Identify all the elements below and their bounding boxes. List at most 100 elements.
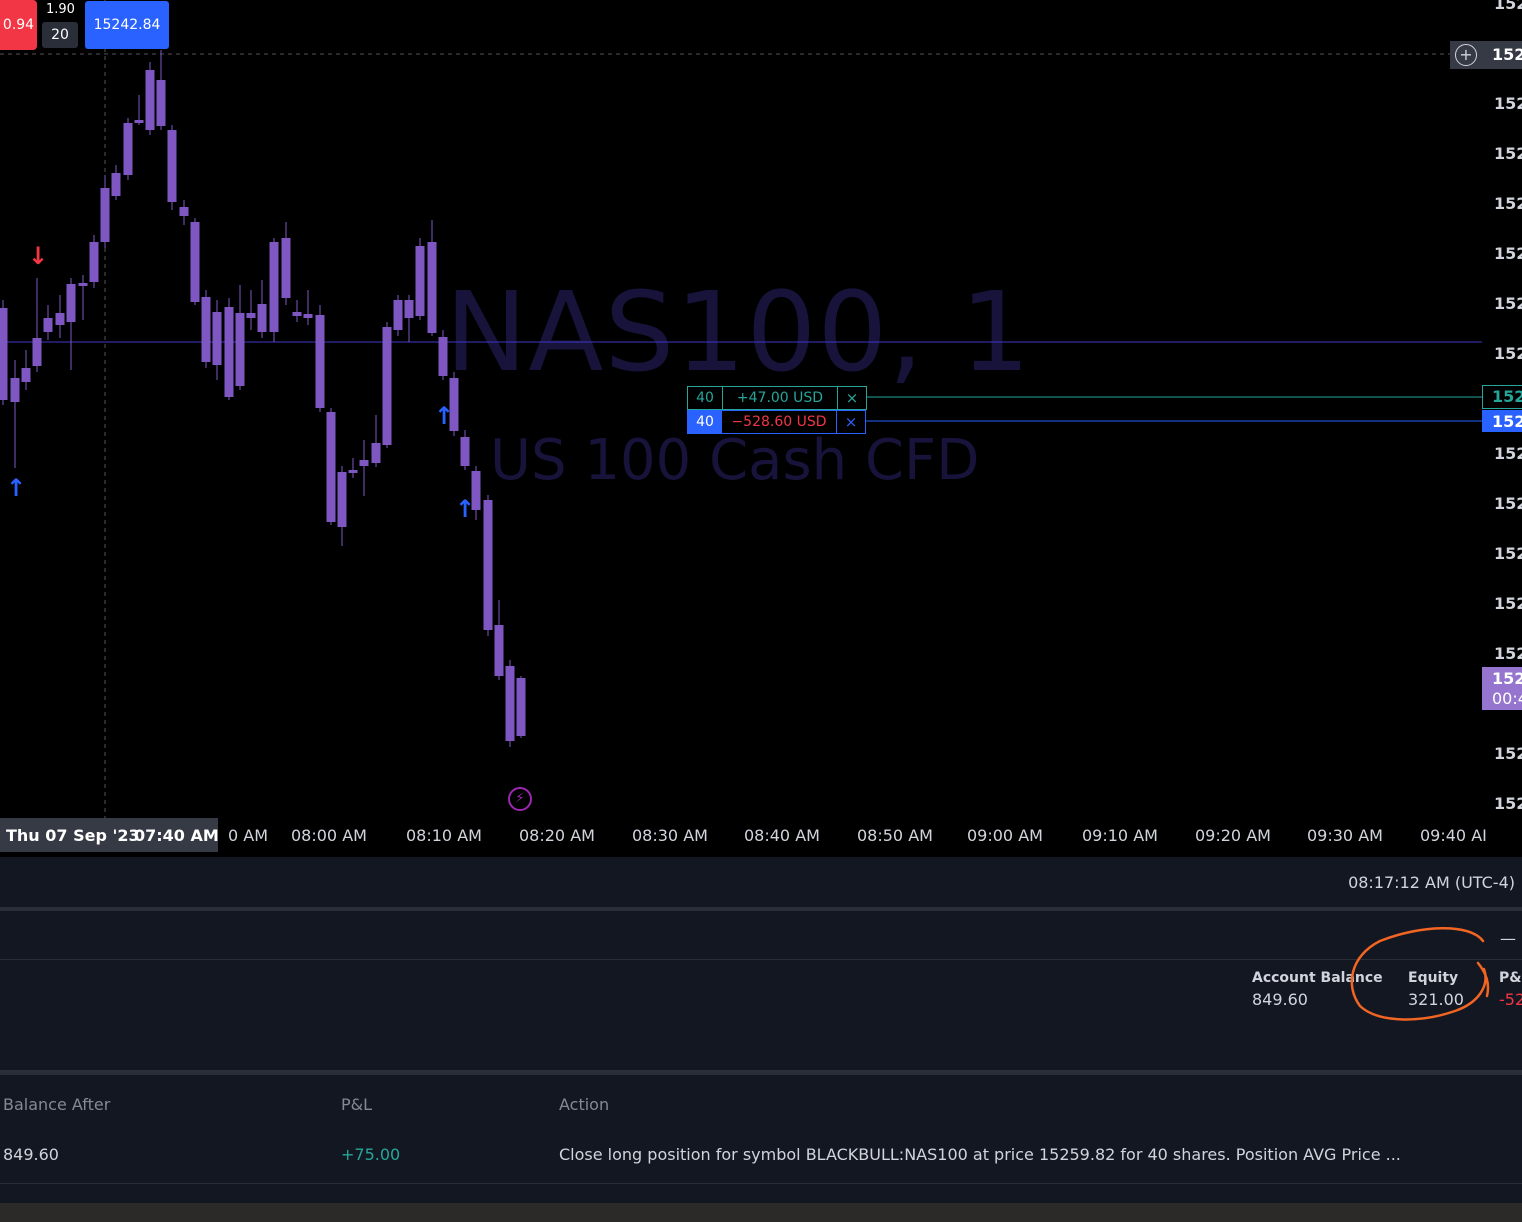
price-axis-label: 152 xyxy=(1494,444,1522,463)
candle-body xyxy=(404,300,414,318)
crosshair-time: 07:40 AM xyxy=(134,826,219,845)
candle-body xyxy=(89,242,99,282)
sell-button[interactable]: 0.94 xyxy=(0,0,37,50)
time-axis-label: 09:30 AM xyxy=(1307,826,1383,845)
candle-body xyxy=(269,242,279,332)
price-axis-label: 152 xyxy=(1494,794,1522,813)
close-icon[interactable]: × xyxy=(838,387,866,409)
price-axis-label: 152 xyxy=(1494,544,1522,563)
time-axis-label: 09:20 AM xyxy=(1195,826,1271,845)
row-action: Close long position for symbol BLACKBULL… xyxy=(559,1145,1401,1164)
candle-body xyxy=(494,625,504,676)
candle-body xyxy=(427,242,437,333)
price-axis-label: 152 xyxy=(1494,194,1522,213)
candle-body xyxy=(21,368,31,382)
time-axis-label: 08:20 AM xyxy=(519,826,595,845)
candle-body xyxy=(212,312,222,365)
annotation-overlay xyxy=(1350,927,1490,1021)
candle-body xyxy=(382,327,392,445)
quantity-field[interactable]: 20 xyxy=(42,22,78,48)
candle-body xyxy=(483,500,493,630)
crosshair-date: Thu 07 Sep '23 xyxy=(6,826,140,845)
price-axis-label: 152 xyxy=(1494,594,1522,613)
candle-body xyxy=(348,470,358,473)
candle-body xyxy=(257,304,267,332)
tp-price-label: 152 xyxy=(1492,387,1522,406)
close-icon[interactable]: × xyxy=(837,411,865,433)
tp-quantity: 40 xyxy=(688,387,723,409)
buy-signal-arrow: ↑ xyxy=(434,402,455,430)
position-order[interactable]: 40 −528.60 USD × xyxy=(687,410,866,434)
price-axis-label: 152 xyxy=(1494,494,1522,513)
candle-body xyxy=(460,437,470,466)
tp-profit: +47.00 USD xyxy=(723,387,838,409)
add-alert-icon[interactable]: + xyxy=(1455,44,1477,66)
time-axis-label: 08:30 AM xyxy=(632,826,708,845)
take-profit-order[interactable]: 40 +47.00 USD × xyxy=(687,386,867,410)
buy-signal-arrow: ↑ xyxy=(6,474,27,502)
candle-body xyxy=(32,338,42,366)
candle-body xyxy=(156,80,166,126)
time-axis-label: 09:40 AI xyxy=(1420,826,1487,845)
buy-button[interactable]: 15242.84 xyxy=(85,1,169,49)
sell-signal-arrow: ↓ xyxy=(28,242,49,270)
column-header-pl[interactable]: P&L xyxy=(341,1095,372,1114)
candle-body xyxy=(516,678,526,736)
order-price-label: 152 xyxy=(1492,412,1522,431)
table-row[interactable]: 849.60 +75.00 Close long position for sy… xyxy=(0,1127,1522,1184)
time-label-partial: 0 AM xyxy=(228,826,269,845)
price-chart[interactable]: NAS100, 1 US 100 Cash CFD 0.94 1.90 20 1… xyxy=(0,0,1522,857)
candle-body xyxy=(111,173,121,196)
timezone-clock[interactable]: 08:17:12 AM (UTC-4) xyxy=(1348,873,1515,892)
lightning-icon[interactable]: ⚡ xyxy=(508,787,532,811)
candle-body xyxy=(303,314,313,318)
candle-body xyxy=(246,313,256,318)
time-axis-label: 08:10 AM xyxy=(406,826,482,845)
sell-price: 0.94 xyxy=(2,17,35,33)
candle-body xyxy=(145,70,155,130)
candle-body xyxy=(281,238,291,298)
candle-body xyxy=(10,378,20,402)
candle-body xyxy=(292,312,302,316)
quantity-value: 20 xyxy=(51,27,69,43)
candle-body xyxy=(235,313,245,386)
price-axis-label: 152 xyxy=(1494,94,1522,113)
column-header-balance-after[interactable]: Balance After xyxy=(3,1095,110,1114)
price-axis-label: 152 xyxy=(1494,0,1522,13)
candle-body xyxy=(78,283,88,286)
candle-body xyxy=(337,472,347,527)
candle-body xyxy=(179,207,189,216)
buy-price: 15242.84 xyxy=(93,17,161,33)
candle-body xyxy=(134,120,144,123)
candle-body xyxy=(190,222,200,302)
account-history-table: Balance After P&L Action 849.60 +75.00 C… xyxy=(0,1075,1522,1203)
price-axis-label: 152 xyxy=(1494,294,1522,313)
equity-highlight-circle xyxy=(1350,927,1490,1021)
time-axis-label: 09:00 AM xyxy=(967,826,1043,845)
row-balance-after: 849.60 xyxy=(3,1145,59,1164)
candle-body xyxy=(393,300,403,330)
buy-signal-arrow: ↑ xyxy=(455,495,476,523)
countdown-label: 00:4 xyxy=(1492,689,1522,708)
position-loss: −528.60 USD xyxy=(722,411,837,433)
candle-body xyxy=(55,313,65,325)
candle-body xyxy=(359,460,369,466)
candle-body xyxy=(66,284,76,322)
candle-body xyxy=(505,666,515,741)
candle-body xyxy=(43,318,53,332)
position-quantity: 40 xyxy=(688,411,722,433)
candle-body xyxy=(415,246,425,316)
candle-body xyxy=(315,315,325,408)
time-axis-label: 09:10 AM xyxy=(1082,826,1158,845)
candle-body xyxy=(100,188,110,242)
time-axis-label: 08:50 AM xyxy=(857,826,933,845)
column-header-action[interactable]: Action xyxy=(559,1095,609,1114)
price-axis-label: 152 xyxy=(1494,144,1522,163)
price-axis-label: 152 xyxy=(1494,744,1522,763)
account-panel: — Account Balance 849.60 Equity 321.00 P… xyxy=(0,911,1522,1070)
window-bottom-edge xyxy=(0,1203,1522,1222)
candle-body xyxy=(224,307,234,397)
candle-body xyxy=(0,308,8,400)
time-axis-label: 08:00 AM xyxy=(291,826,367,845)
price-axis-label: 152 xyxy=(1494,244,1522,263)
